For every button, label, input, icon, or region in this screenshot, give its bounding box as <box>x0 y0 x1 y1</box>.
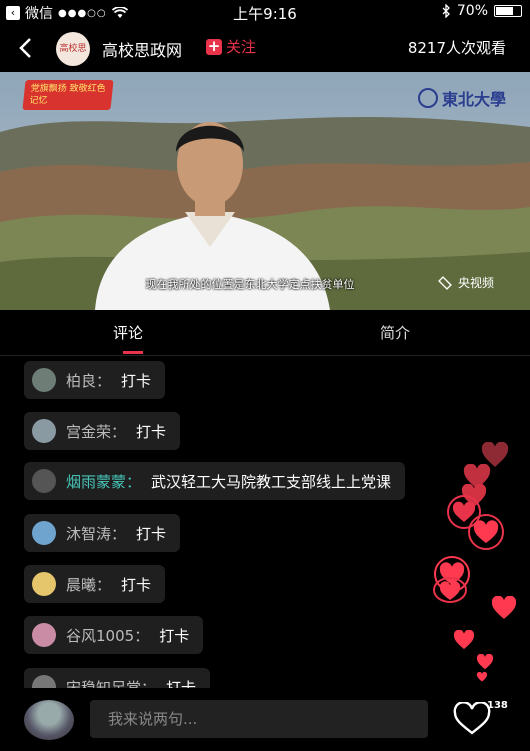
battery-icon <box>494 5 522 17</box>
floating-heart-icon <box>468 514 504 550</box>
channel-name[interactable]: 高校思政网 <box>102 37 182 61</box>
comment-username[interactable]: 晨曦 <box>66 574 96 595</box>
tab-comments[interactable]: 评论 <box>113 322 143 343</box>
comment-separator: ： <box>134 626 150 645</box>
cctv-logo-icon <box>438 275 452 290</box>
like-heart-icon[interactable] <box>452 702 492 736</box>
school-logo: 東北大學 <box>417 86 506 110</box>
bluetooth-icon <box>442 4 450 18</box>
back-arrow-icon[interactable] <box>12 34 40 62</box>
avatar[interactable] <box>32 675 56 688</box>
avatar[interactable] <box>32 469 56 493</box>
comment-item: 宫金荣 ： 打卡 <box>24 412 181 450</box>
floating-heart-icon <box>476 672 488 682</box>
plus-icon: + <box>206 36 222 55</box>
comment-input[interactable]: 我来说两句... <box>90 700 428 738</box>
comment-username[interactable]: 烟雨蒙蒙 <box>66 471 126 492</box>
comment-item: 沐智涛 ： 打卡 <box>24 514 181 552</box>
live-header: 高校思政 高校思政网 + 关注 8217人次观看 <box>0 24 530 88</box>
avatar[interactable] <box>24 700 74 740</box>
source-watermark: 央视频 <box>436 274 494 291</box>
follow-label: 关注 <box>226 38 257 56</box>
video-player[interactable]: 党旗飘扬 致敬红色记忆 東北大學 现在我所处的位置是东北大学定点扶贫单位 央视频 <box>0 72 530 310</box>
floating-heart-icon <box>453 630 475 650</box>
comment-text: 打卡 <box>121 575 152 594</box>
comment-text: 打卡 <box>121 371 152 390</box>
comment-separator: ： <box>96 575 112 594</box>
avatar[interactable] <box>32 623 56 647</box>
follow-button[interactable]: + 关注 <box>206 36 256 57</box>
tab-bar: 评论 简介 <box>0 310 530 356</box>
battery-percent: 70% <box>456 3 488 19</box>
comment-text: 打卡 <box>136 422 167 441</box>
status-bar: ‹ 微信 ●●●○○ 上午9:16 70% <box>0 0 530 24</box>
comment-item: 烟雨蒙蒙 ： 武汉轻工大马院教工支部线上上党课 <box>24 462 406 500</box>
avatar[interactable] <box>32 368 56 392</box>
floating-heart-icon <box>476 654 494 670</box>
avatar[interactable] <box>32 419 56 443</box>
comment-item: 晨曦 ： 打卡 <box>24 565 166 603</box>
comment-username[interactable]: 谷风1005 <box>66 625 134 646</box>
school-seal-icon <box>417 88 438 108</box>
school-logo-text: 東北大學 <box>441 90 506 109</box>
event-badge: 党旗飘扬 致敬红色记忆 <box>22 80 114 110</box>
source-label: 央视频 <box>457 276 494 290</box>
comment-text: 打卡 <box>159 626 190 645</box>
comment-separator: ： <box>96 371 112 390</box>
avatar[interactable] <box>32 572 56 596</box>
channel-avatar[interactable]: 高校思政 <box>56 32 90 88</box>
comment-username[interactable]: 柏良 <box>66 370 96 391</box>
comment-separator: ： <box>126 472 142 491</box>
viewer-count: 8217人次观看 <box>407 39 506 57</box>
comment-item: 柏良 ： 打卡 <box>24 361 166 399</box>
comment-separator: ： <box>111 524 127 543</box>
comment-separator: ： <box>141 678 157 689</box>
like-count: 138 <box>487 700 508 711</box>
comment-text: 打卡 <box>136 524 167 543</box>
comment-text: 武汉轻工大马院教工支部线上上党课 <box>151 472 392 491</box>
tab-indicator <box>123 351 143 354</box>
comment-separator: ： <box>111 422 127 441</box>
comment-username[interactable]: 宫金荣 <box>66 421 111 442</box>
floating-heart-icon <box>491 596 517 619</box>
floating-heart-icon <box>433 577 467 603</box>
comment-item: 谷风1005 ： 打卡 <box>24 616 204 654</box>
comment-username[interactable]: 宋稳知足常 <box>66 677 141 689</box>
comment-username[interactable]: 沐智涛 <box>66 523 111 544</box>
bottom-bar: 我来说两句... 138 <box>0 688 530 751</box>
comment-item: 宋稳知足常 ： 打卡 <box>24 668 211 689</box>
comment-text: 打卡 <box>166 678 197 689</box>
tab-intro[interactable]: 简介 <box>380 322 410 343</box>
avatar[interactable] <box>32 521 56 545</box>
